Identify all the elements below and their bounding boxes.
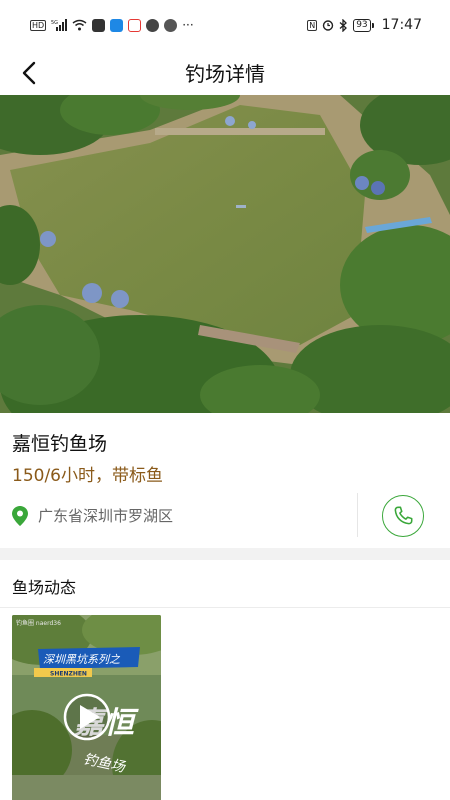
venue-info-card: 嘉恒钓鱼场 150/6小时，带标鱼 广东省深圳市罗湖区 [0,413,450,548]
video-banner-text: 深圳黑坑系列之 [43,653,121,666]
app-notification-icon [92,18,106,32]
status-bar: HD 5G ··· N 93 17:47 [0,0,450,50]
divider [357,493,358,537]
nav-bar: 钓场详情 [0,50,450,95]
status-right: N 93 17:47 [307,17,422,33]
wifi-icon [72,19,87,31]
weather-app-icon [110,18,124,32]
hd-badge: HD [30,19,47,31]
chevron-left-icon [22,61,36,85]
video-watermark: 钓鱼圈 naerd36 [16,619,61,627]
section-separator [0,548,450,560]
location-pin-icon [12,505,28,526]
battery-icon: 93 [353,18,375,32]
venue-name: 嘉恒钓鱼场 [12,433,108,455]
address-row[interactable]: 广东省深圳市罗湖区 [12,505,173,526]
bluetooth-icon [339,18,348,32]
nfc-icon: N [307,19,318,31]
clock: 17:47 [381,17,422,33]
phone-icon [394,506,413,525]
calendar-app-icon [128,18,142,32]
call-button[interactable] [382,495,424,537]
section-title-updates: 鱼场动态 [12,578,77,597]
venue-hero-image [0,95,450,413]
more-notifications-icon: ··· [182,18,194,32]
video-cover-image: 钓鱼圈 naerd36 深圳黑坑系列之 SHENZHEN 嘉恒 钓鱼场 [12,615,161,800]
signal-icon: 5G [51,19,68,31]
video-thumbnail[interactable]: 钓鱼圈 naerd36 深圳黑坑系列之 SHENZHEN 嘉恒 钓鱼场 [12,615,161,800]
alarm-icon [322,19,334,31]
battery-level: 93 [356,20,368,30]
divider-line [0,607,450,608]
svg-text:5G: 5G [51,20,58,26]
venue-address: 广东省深圳市罗湖区 [38,507,174,525]
video-tag-text: SHENZHEN [50,671,87,678]
chat-app-icon [164,18,178,32]
aerial-pond-photo [0,95,450,413]
venue-price: 150/6小时，带标鱼 [12,466,163,486]
status-left: HD 5G ··· [30,18,194,32]
browser-app-icon [146,18,160,32]
back-button[interactable] [14,56,44,90]
page-title: 钓场详情 [185,62,265,86]
